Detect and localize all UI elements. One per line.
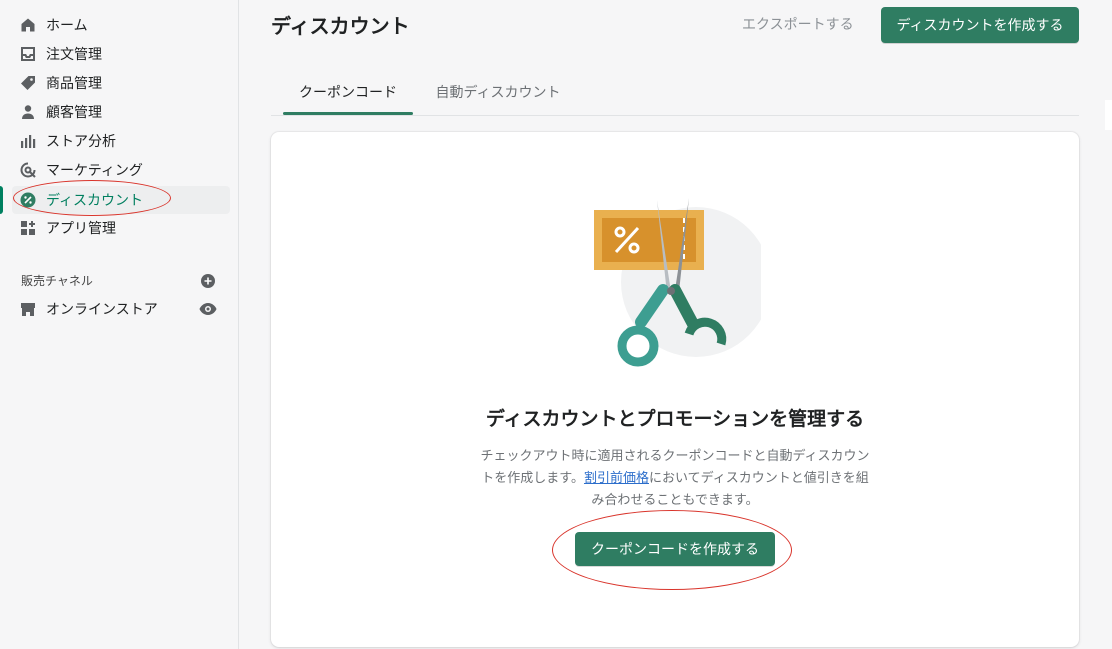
tab-automatic-discounts[interactable]: 自動ディスカウント [423, 68, 573, 116]
active-indicator [0, 186, 3, 214]
scrollbar[interactable] [1105, 100, 1112, 130]
eye-icon[interactable] [199, 302, 217, 316]
empty-state-card: ディスカウントとプロモーションを管理する チェックアウト時に適用されるクーポンコ… [271, 132, 1079, 647]
home-icon [20, 17, 36, 33]
empty-state-heading: ディスカウントとプロモーションを管理する [485, 408, 865, 430]
sidebar-item-label: 商品管理 [46, 76, 102, 92]
sidebar-item-home[interactable]: ホーム [12, 11, 230, 39]
scissors-coupon-illustration [594, 198, 761, 367]
sidebar-item-marketing[interactable]: マーケティング [12, 156, 230, 184]
sidebar-item-label: ホーム [46, 18, 88, 34]
tab-bar: クーポンコード 自動ディスカウント [271, 68, 1079, 116]
export-button[interactable]: エクスポートする [730, 10, 866, 38]
target-icon [20, 162, 36, 178]
tab-coupon-codes[interactable]: クーポンコード [283, 68, 413, 116]
create-coupon-code-button[interactable]: クーポンコードを作成する [575, 532, 775, 566]
sidebar-item-label: 顧客管理 [46, 105, 102, 121]
sidebar: ホーム 注文管理 商品管理 顧客管理 ストア分析 マーケティング ディスカウント… [0, 0, 239, 649]
discount-icon [20, 192, 36, 208]
inbox-icon [20, 46, 36, 62]
empty-state-description: チェックアウト時に適用されるクーポンコードと自動ディスカウントを作成します。割引… [479, 446, 871, 512]
tag-icon [20, 75, 36, 91]
sidebar-item-discounts[interactable]: ディスカウント [12, 186, 230, 214]
bar-chart-icon [20, 133, 36, 149]
active-tab-underline [283, 112, 413, 115]
sidebar-item-analytics[interactable]: ストア分析 [12, 127, 230, 155]
sidebar-item-online-store[interactable]: オンラインストア [12, 295, 230, 323]
apps-icon [20, 220, 36, 236]
person-icon [20, 104, 36, 120]
sidebar-item-apps[interactable]: アプリ管理 [12, 214, 230, 242]
store-icon [20, 301, 36, 317]
compare-at-price-link[interactable]: 割引前価格 [584, 471, 649, 486]
add-channel-icon[interactable] [201, 274, 215, 288]
sidebar-item-label: ストア分析 [46, 134, 116, 150]
sidebar-item-label: アプリ管理 [46, 221, 116, 237]
sidebar-item-customers[interactable]: 顧客管理 [12, 98, 230, 126]
page-title: ディスカウント [271, 14, 410, 38]
sidebar-item-label: ディスカウント [46, 193, 144, 209]
create-discount-button[interactable]: ディスカウントを作成する [881, 7, 1079, 43]
sidebar-item-label: マーケティング [46, 163, 143, 179]
sidebar-item-label: オンラインストア [46, 302, 158, 318]
sales-channels-label: 販売チャネル [21, 274, 93, 288]
sidebar-item-label: 注文管理 [46, 47, 102, 63]
sidebar-item-products[interactable]: 商品管理 [12, 69, 230, 97]
sidebar-item-orders[interactable]: 注文管理 [12, 40, 230, 68]
